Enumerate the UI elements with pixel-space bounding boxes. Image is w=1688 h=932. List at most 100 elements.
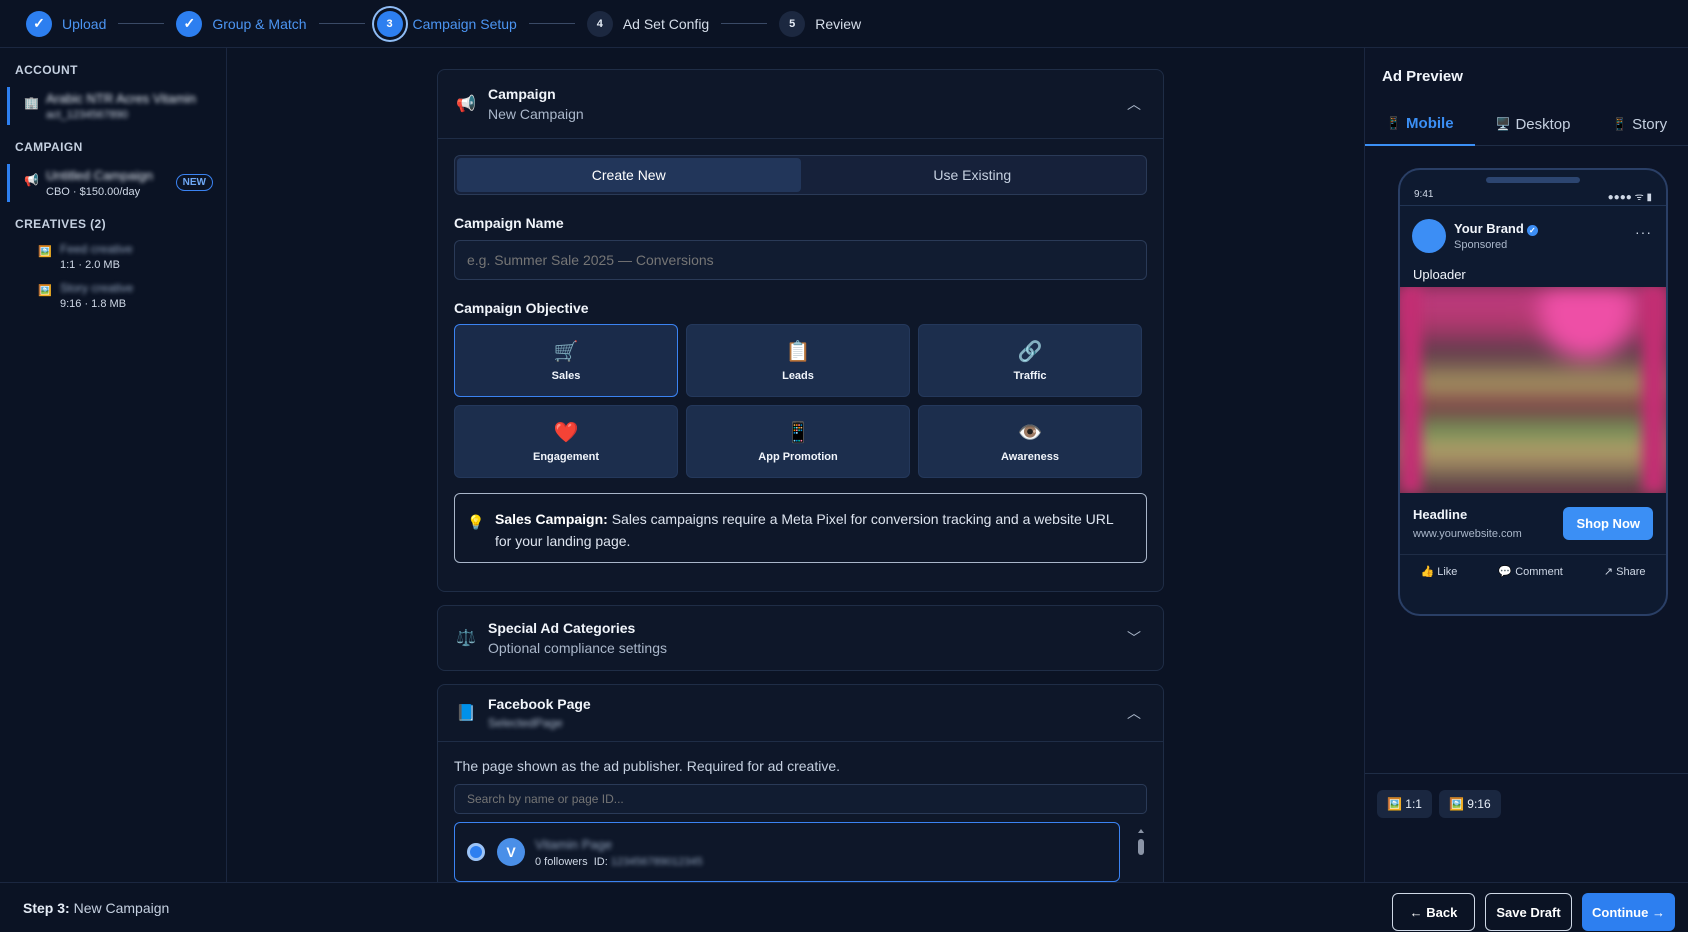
scales-icon: ⚖️ — [456, 630, 476, 647]
tab-label: Story — [1632, 115, 1668, 133]
clipboard-icon: 📋 — [785, 340, 811, 363]
ad-headline: Headline — [1413, 507, 1468, 522]
campaign-name-input[interactable] — [454, 240, 1147, 280]
tab-story[interactable]: 📱 Story — [1591, 102, 1688, 146]
megaphone-icon: 📢 — [24, 173, 39, 187]
step-review[interactable]: 5 Review — [779, 10, 861, 37]
objective-sales[interactable]: 🛒 Sales — [454, 324, 678, 397]
preview-title: Ad Preview — [1382, 68, 1463, 85]
step-ad-set-config[interactable]: 4 Ad Set Config — [586, 10, 710, 37]
shop-now-button[interactable]: Shop Now — [1563, 507, 1653, 540]
main-content: 📢 Campaign New Campaign ︿ Create New Use… — [228, 48, 1350, 882]
post-actions: 👍 Like 💬 Comment ↗ Share — [1400, 555, 1666, 578]
facebook-page-header[interactable]: 📘 Facebook Page SelectedPage ︿ — [438, 685, 1163, 741]
tab-desktop[interactable]: 🖥️ Desktop — [1475, 102, 1592, 146]
hint-title: Sales Campaign: — [495, 511, 608, 527]
desktop-icon: 🖥️ — [1495, 117, 1511, 131]
post-header: Your Brand ✓ Sponsored ··· — [1400, 205, 1666, 257]
campaign-heading: CAMPAIGN — [15, 140, 83, 154]
account-card[interactable]: 🏢 Arabic NTR Acres Vitamin act_123456789… — [7, 87, 213, 125]
image-icon: 🖼️ — [38, 285, 52, 297]
objective-label: Engagement — [532, 450, 599, 463]
preview-tabs: 📱 Mobile 🖥️ Desktop 📱 Story — [1365, 102, 1688, 146]
megaphone-icon: 📢 — [456, 96, 476, 113]
tab-mobile[interactable]: 📱 Mobile — [1365, 102, 1475, 146]
panel-title: Facebook Page — [488, 696, 591, 712]
page-search-input[interactable] — [454, 784, 1147, 814]
creative-item[interactable]: 🖼️ Story creative 9:16 · 1.8 MB — [38, 280, 226, 315]
special-ad-categories-panel[interactable]: ⚖️ Special Ad Categories Optional compli… — [437, 605, 1164, 671]
page-id-label: ID: — [593, 855, 608, 868]
step-number: 5 — [779, 10, 806, 37]
comment-action[interactable]: 💬 Comment — [1498, 565, 1562, 578]
like-action[interactable]: 👍 Like — [1420, 565, 1457, 578]
chevron-down-icon[interactable]: ﹀ — [1127, 628, 1141, 648]
page-option[interactable]: V Vitamin Page 0 followers ID: 123456789… — [454, 822, 1144, 882]
sponsored-label: Sponsored — [1454, 238, 1508, 251]
panel-title: Special Ad Categories — [488, 620, 636, 636]
lightbulb-icon: 💡 — [467, 514, 485, 530]
thumbs-up-icon: 👍 — [1420, 566, 1435, 578]
facebook-page-panel: 📘 Facebook Page SelectedPage ︿ The page … — [437, 684, 1164, 882]
objective-label: Leads — [782, 369, 814, 382]
panel-subtitle: Optional compliance settings — [488, 640, 667, 656]
step-group-match[interactable]: ✓ Group & Match — [176, 10, 307, 37]
objective-awareness[interactable]: 👁️ Awareness — [918, 405, 1142, 478]
page-icon: 📘 — [456, 705, 476, 722]
create-new-tab[interactable]: Create New — [457, 158, 801, 192]
objective-app-promotion[interactable]: 📱 App Promotion — [686, 405, 910, 478]
save-draft-button[interactable]: Save Draft — [1485, 893, 1572, 931]
list-scrollbar[interactable] — [1136, 823, 1146, 882]
action-label: Share — [1616, 566, 1646, 578]
eye-icon: 👁️ — [1017, 421, 1043, 444]
panel-subtitle: New Campaign — [488, 106, 584, 122]
page-followers: 0 followers — [535, 855, 588, 868]
creative-item[interactable]: 🖼️ Feed creative 1:1 · 2.0 MB — [38, 241, 226, 276]
phone-icon: 📱 — [785, 421, 811, 444]
ratio-1-1-button[interactable]: 🖼️ 1:1 — [1377, 789, 1432, 818]
objective-label: App Promotion — [758, 450, 838, 463]
radio-selected[interactable] — [467, 843, 485, 861]
summary-sidebar: ACCOUNT 🏢 Arabic NTR Acres Vitamin act_1… — [0, 48, 227, 882]
step-connector — [528, 23, 575, 24]
campaign-objective-label: Campaign Objective — [454, 300, 589, 316]
more-icon[interactable]: ··· — [1635, 224, 1652, 240]
chevron-up-icon[interactable]: ︿ — [1127, 94, 1141, 114]
ratio-9-16-button[interactable]: 🖼️ 9:16 — [1438, 789, 1501, 818]
use-existing-tab[interactable]: Use Existing — [801, 158, 1145, 192]
campaign-card[interactable]: 📢 Untitled Campaign CBO · $150.00/day NE… — [7, 164, 213, 202]
objective-engagement[interactable]: ❤️ Engagement — [454, 405, 678, 478]
step-upload[interactable]: ✓ Upload — [26, 10, 107, 37]
chevron-up-icon[interactable]: ︿ — [1127, 703, 1141, 723]
objective-hint: 💡 Sales Campaign: Sales campaigns requir… — [454, 493, 1147, 563]
creative-meta: 9:16 · 1.8 MB — [60, 298, 127, 310]
step-label: Campaign Setup — [412, 15, 517, 32]
back-button[interactable]: ← Back — [1392, 893, 1475, 931]
signal-icon: ●●●● ᯤ ▮ — [1607, 192, 1652, 203]
phone-time: 9:41 — [1414, 189, 1434, 200]
campaign-panel-header[interactable]: 📢 Campaign New Campaign ︿ — [438, 70, 1163, 138]
step-label: Ad Set Config — [622, 15, 710, 32]
objective-label: Traffic — [1013, 369, 1047, 382]
objective-traffic[interactable]: 🔗 Traffic — [918, 324, 1142, 397]
campaign-name: Untitled Campaign — [46, 168, 153, 183]
verified-icon: ✓ — [1526, 224, 1538, 236]
step-connector — [118, 23, 165, 24]
creative-meta: 1:1 · 2.0 MB — [60, 259, 120, 271]
account-heading: ACCOUNT — [15, 63, 78, 77]
building-icon: 🏢 — [24, 96, 39, 110]
share-icon: ↗ — [1603, 566, 1614, 578]
footer-bar: Step 3: New Campaign ← Back Save Draft C… — [0, 882, 1688, 932]
check-icon: ✓ — [176, 10, 203, 37]
step-number: 3 — [376, 10, 403, 37]
step-campaign-setup[interactable]: 3 Campaign Setup — [376, 10, 517, 37]
ratio-label: 9:16 — [1467, 796, 1491, 811]
brand-name: Your Brand — [1454, 220, 1524, 236]
step-label: Upload — [62, 15, 107, 32]
objective-leads[interactable]: 📋 Leads — [686, 324, 910, 397]
campaign-panel: 📢 Campaign New Campaign ︿ Create New Use… — [437, 69, 1164, 592]
campaign-budget: CBO · $150.00/day — [46, 186, 141, 198]
continue-button[interactable]: Continue → — [1582, 893, 1675, 931]
share-action[interactable]: ↗ Share — [1604, 565, 1646, 578]
brand-avatar — [1412, 218, 1446, 253]
